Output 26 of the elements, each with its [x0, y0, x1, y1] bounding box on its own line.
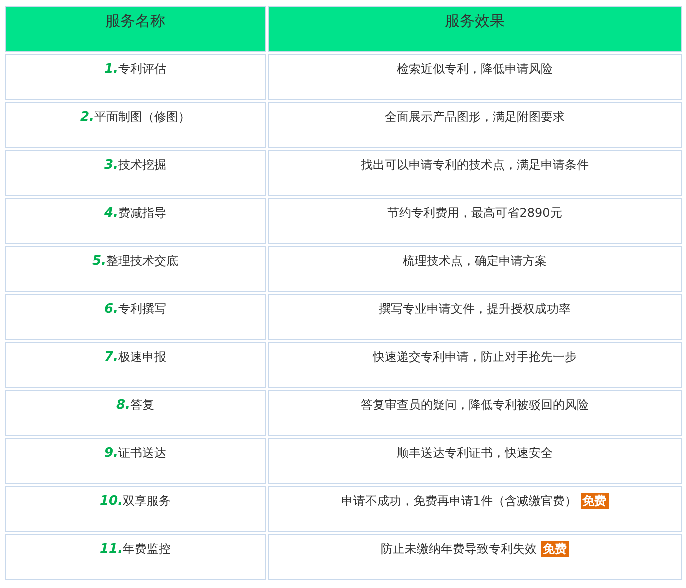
service-effect: 快速递交专利申请，防止对手抢先一步	[373, 350, 577, 364]
free-badge: 免费	[540, 541, 569, 557]
service-effect: 全面展示产品图形，满足附图要求	[385, 110, 565, 124]
service-effect: 节约专利费用，最高可省2890元	[388, 206, 562, 220]
service-name: 1.专利评估	[104, 62, 166, 76]
service-name: 2.平面制图（修图）	[80, 110, 190, 124]
service-effect: 检索近似专利，降低申请风险	[397, 62, 553, 76]
column-header: 服务效果	[268, 6, 682, 52]
service-effect: 答复审查员的疑问，降低专利被驳回的风险	[361, 398, 589, 412]
free-badge: 免费	[580, 493, 609, 509]
service-effect: 防止未缴纳年费导致专利失效	[381, 542, 538, 556]
service-effect: 撰写专业申请文件，提升授权成功率	[379, 302, 571, 316]
service-name: 8.答复	[116, 398, 154, 412]
service-name: 6.专利撰写	[104, 302, 166, 316]
service-name: 5.整理技术交底	[92, 254, 178, 268]
service-name: 11.年费监控	[100, 542, 172, 556]
service-effect: 申请不成功，免费再申请1件（含减缴官费）	[341, 494, 577, 508]
service-effect: 顺丰送达专利证书，快速安全	[397, 446, 553, 460]
service-name: 7.极速申报	[104, 350, 166, 364]
service-name: 3.技术挖掘	[104, 158, 166, 172]
service-name: 4.费减指导	[104, 206, 166, 220]
service-name: 9.证书送达	[104, 446, 166, 460]
column-header: 服务名称	[5, 6, 266, 52]
service-name: 10.双享服务	[100, 494, 172, 508]
service-effect: 梳理技术点，确定申请方案	[403, 254, 547, 268]
service-effect: 找出可以申请专利的技术点，满足申请条件	[361, 158, 589, 172]
